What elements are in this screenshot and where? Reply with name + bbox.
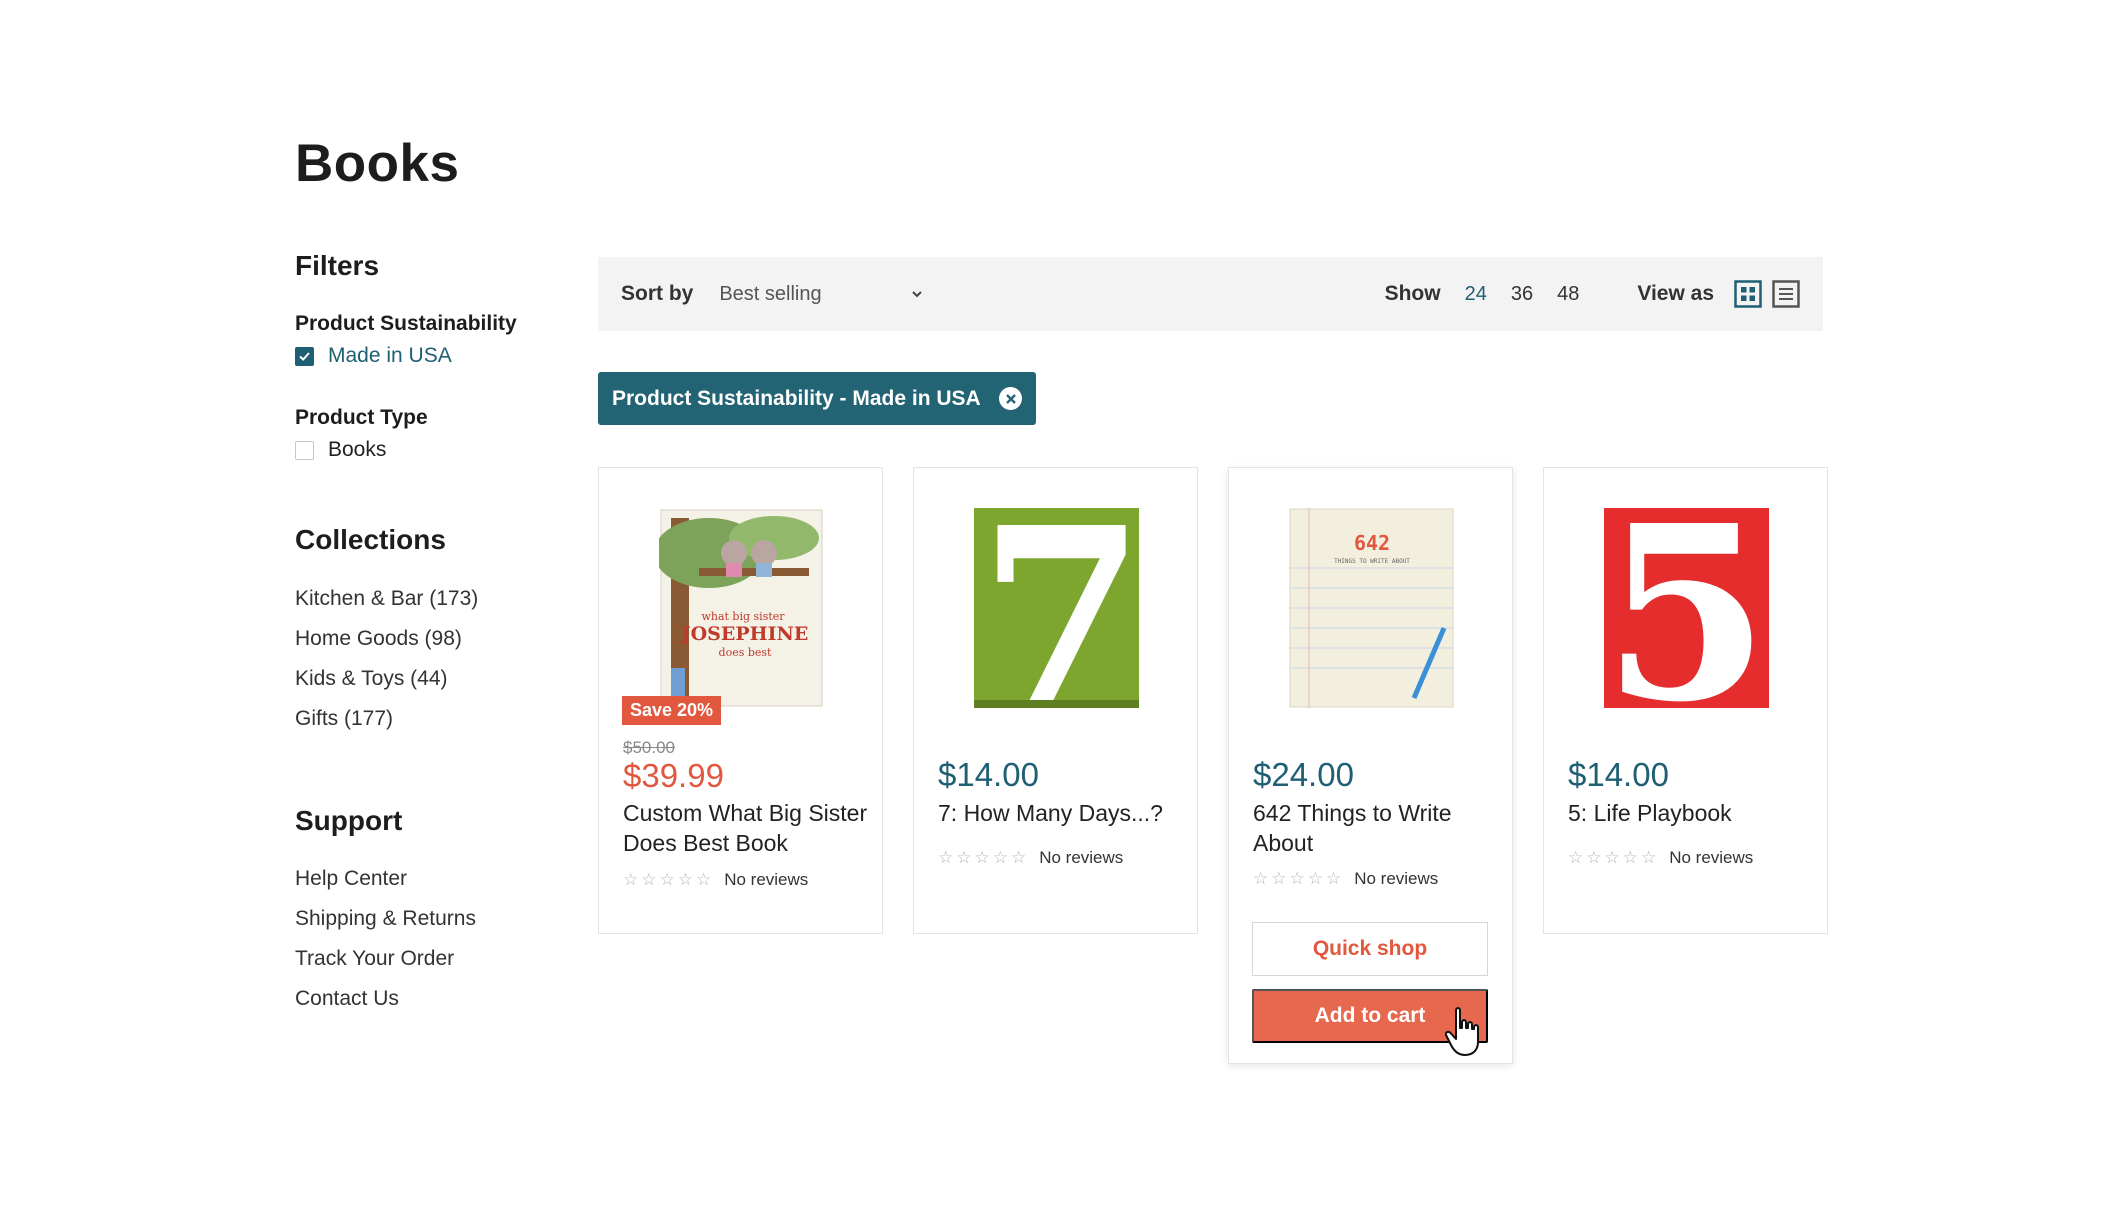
checkbox-icon[interactable] — [295, 440, 314, 460]
support-heading: Support — [295, 805, 403, 836]
show-option-36[interactable]: 36 — [1511, 283, 1533, 306]
quick-shop-button[interactable]: Quick shop — [1252, 922, 1488, 976]
sidebar: Filters Product Sustainability Made in U… — [295, 250, 555, 1019]
product-card[interactable]: 7 $14.00 7: How Many Days...? ☆☆☆☆☆ No r… — [913, 467, 1198, 934]
hand-pointer-cursor-icon — [1444, 1007, 1479, 1056]
product-price: $14.00 — [938, 756, 1039, 793]
view-as-label: View as — [1637, 282, 1714, 305]
show-option-24[interactable]: 24 — [1465, 283, 1487, 306]
star-rating-icon: ☆☆☆☆☆ — [1568, 848, 1660, 867]
product-price: $24.00 — [1253, 756, 1354, 793]
product-reviews: ☆☆☆☆☆ No reviews — [938, 848, 1123, 868]
filter-option-label: Books — [328, 438, 387, 461]
reviews-label: No reviews — [1039, 848, 1124, 867]
show-label: Show — [1384, 282, 1441, 305]
chevron-down-icon — [912, 291, 923, 298]
sort-label: Sort by — [621, 282, 694, 305]
filter-group-title-product-type: Product Type — [295, 406, 428, 429]
cover-glyph: 7 — [979, 508, 1140, 708]
product-price: $14.00 — [1568, 756, 1669, 793]
compare-price: $50.00 — [623, 738, 675, 757]
show-option-48[interactable]: 48 — [1557, 283, 1579, 306]
support-link-contact-us[interactable]: Contact Us — [295, 979, 555, 1019]
collection-link-kids-toys[interactable]: Kids & Toys (44) — [295, 659, 555, 699]
filter-group-title-sustainability: Product Sustainability — [295, 312, 517, 335]
filter-option-books[interactable]: Books — [295, 438, 555, 462]
support-link-track-order[interactable]: Track Your Order — [295, 939, 555, 979]
product-card[interactable]: what big sister JOSEPHINE does best Save… — [598, 467, 883, 934]
list-view-icon[interactable] — [1772, 280, 1800, 308]
cover-title-line2: JOSEPHINE — [680, 623, 809, 645]
product-card[interactable]: 5 $14.00 5: Life Playbook ☆☆☆☆☆ No revie… — [1543, 467, 1828, 934]
star-rating-icon: ☆☆☆☆☆ — [623, 870, 715, 889]
cover-subtitle: THINGS TO WRITE ABOUT — [1334, 558, 1410, 565]
collections-heading: Collections — [295, 524, 446, 555]
collection-toolbar: Sort by Best selling Show 24 36 48 View … — [598, 257, 1823, 331]
product-title[interactable]: 642 Things to Write About — [1253, 798, 1498, 858]
sort-value: Best selling — [719, 282, 822, 305]
product-title[interactable]: Custom What Big Sister Does Best Book — [623, 798, 868, 858]
star-rating-icon: ☆☆☆☆☆ — [938, 848, 1030, 867]
support-link-help-center[interactable]: Help Center — [295, 859, 555, 899]
reviews-label: No reviews — [724, 870, 809, 889]
product-reviews: ☆☆☆☆☆ No reviews — [1253, 869, 1438, 889]
page-title: Books — [295, 134, 460, 193]
reviews-label: No reviews — [1669, 848, 1754, 867]
sort-select[interactable]: Best selling — [719, 283, 924, 306]
filter-option-made-in-usa[interactable]: Made in USA — [295, 344, 555, 368]
product-image[interactable]: 7 — [974, 475, 1146, 757]
product-image[interactable]: 642 THINGS TO WRITE ABOUT — [1289, 508, 1454, 708]
product-price: $39.99 — [623, 757, 724, 794]
filter-option-label: Made in USA — [328, 344, 452, 367]
product-image[interactable]: what big sister JOSEPHINE does best — [654, 508, 824, 708]
product-image[interactable]: 5 — [1603, 473, 1770, 755]
cover-title-line3: does best — [719, 646, 773, 659]
cover-glyph: 5 — [1604, 508, 1769, 708]
active-filter-label: Product Sustainability - Made in USA — [612, 386, 981, 410]
collection-link-gifts[interactable]: Gifts (177) — [295, 699, 555, 739]
cover-glyph: 642 — [1354, 531, 1390, 555]
product-reviews: ☆☆☆☆☆ No reviews — [623, 870, 808, 890]
close-icon[interactable] — [999, 387, 1022, 410]
active-filter-tag[interactable]: Product Sustainability - Made in USA — [598, 372, 1036, 425]
product-card[interactable]: 642 THINGS TO WRITE ABOUT $24.00 642 Thi… — [1228, 467, 1513, 1064]
reviews-label: No reviews — [1354, 869, 1439, 888]
product-title[interactable]: 7: How Many Days...? — [938, 798, 1183, 828]
product-title[interactable]: 5: Life Playbook — [1568, 798, 1813, 828]
support-link-shipping-returns[interactable]: Shipping & Returns — [295, 899, 555, 939]
collection-link-kitchen-bar[interactable]: Kitchen & Bar (173) — [295, 579, 555, 619]
sale-badge: Save 20% — [622, 696, 722, 725]
collection-link-home-goods[interactable]: Home Goods (98) — [295, 619, 555, 659]
grid-view-icon[interactable] — [1734, 280, 1762, 308]
cover-title-line1: what big sister — [701, 610, 785, 623]
filters-heading: Filters — [295, 250, 380, 281]
checkbox-checked-icon[interactable] — [295, 346, 314, 366]
product-reviews: ☆☆☆☆☆ No reviews — [1568, 848, 1753, 868]
star-rating-icon: ☆☆☆☆☆ — [1253, 869, 1345, 888]
